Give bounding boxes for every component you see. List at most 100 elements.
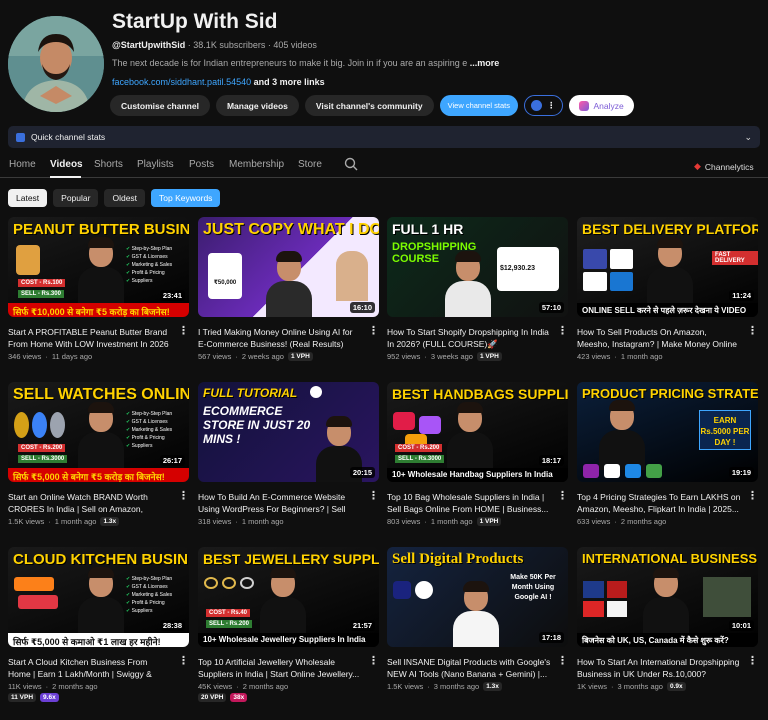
filter-top-keywords[interactable]: Top Keywords: [151, 189, 221, 207]
video-thumbnail[interactable]: SELL WATCHES ONLINE Step-by-Step PlanGST…: [8, 382, 189, 482]
separator-dot: ·: [614, 517, 617, 526]
channel-handle: @StartUpwithSid: [112, 40, 186, 50]
video-card[interactable]: Sell Digital Products Make 50K Per Month…: [387, 547, 568, 691]
separator-dot: ·: [611, 682, 614, 691]
video-title[interactable]: How To Build An E-Commerce Website Using…: [198, 491, 362, 515]
upload-age: 2 months ago: [52, 682, 98, 691]
video-card[interactable]: INTERNATIONAL BUSINESS बिजनेस को UK, US,…: [577, 547, 758, 691]
presenter-figure: [445, 251, 491, 317]
thumbnail-banner: 10+ Wholesale Handbag Suppliers In India: [387, 468, 568, 482]
video-meta: 1.5K views · 3 months ago 1.3x: [387, 682, 568, 691]
video-card[interactable]: SELL WATCHES ONLINE Step-by-Step PlanGST…: [8, 382, 189, 526]
presenter-figure: [453, 581, 499, 647]
more-vert-icon[interactable]: ⋮: [557, 326, 568, 337]
video-thumbnail[interactable]: BEST JEWELLERY SUPPLIERS COST - Rs.40 SE…: [198, 547, 379, 647]
tab-shorts[interactable]: Shorts: [94, 159, 123, 170]
separator-dot: ·: [427, 682, 430, 691]
chevron-down-icon[interactable]: ⌄: [744, 132, 752, 143]
video-card[interactable]: CLOUD KITCHEN BUSINESS Step-by-Step Plan…: [8, 547, 189, 702]
analyze-button[interactable]: Analyze: [568, 95, 634, 116]
video-card[interactable]: BEST DELIVERY PLATFORMS FAST DELIVERY ON…: [577, 217, 758, 361]
more-vert-icon[interactable]: ⋮: [178, 491, 189, 502]
video-thumbnail[interactable]: PEANUT BUTTER BUSINESS Step-by-Step Plan…: [8, 217, 189, 317]
marketplace-logos: [583, 464, 662, 478]
more-vert-icon[interactable]: ⋮: [557, 656, 568, 667]
extension-menu-button[interactable]: ⋮: [524, 95, 563, 116]
video-card[interactable]: BEST JEWELLERY SUPPLIERS COST - Rs.40 SE…: [198, 547, 379, 702]
video-title[interactable]: Sell INSANE Digital Products with Google…: [387, 656, 551, 680]
tab-membership[interactable]: Membership: [229, 159, 284, 170]
duration-badge: 17:18: [538, 632, 564, 643]
video-thumbnail[interactable]: FULL 1 HR DROPSHIPPING COURSE $12,930.23…: [387, 217, 568, 317]
more-vert-icon[interactable]: ⋮: [178, 656, 189, 667]
more-vert-icon[interactable]: ⋮: [747, 326, 758, 337]
video-card[interactable]: PEANUT BUTTER BUSINESS Step-by-Step Plan…: [8, 217, 189, 361]
video-thumbnail[interactable]: Sell Digital Products Make 50K Per Month…: [387, 547, 568, 647]
video-title[interactable]: I Tried Making Money Online Using AI for…: [198, 326, 362, 350]
jewellery-graphics: [204, 577, 254, 605]
video-thumbnail[interactable]: BEST DELIVERY PLATFORMS FAST DELIVERY ON…: [577, 217, 758, 317]
thumbnail-banner: बिजनेस को UK, US, Canada में कैसे शुरू क…: [577, 633, 758, 647]
video-card[interactable]: FULL 1 HR DROPSHIPPING COURSE $12,930.23…: [387, 217, 568, 361]
video-thumbnail[interactable]: BEST HANDBAGS SUPPLIERS COST - Rs.200 SE…: [387, 382, 568, 482]
tab-store[interactable]: Store: [298, 159, 322, 170]
video-title[interactable]: Start an Online Watch BRAND Worth CRORES…: [8, 491, 172, 515]
more-vert-icon[interactable]: ⋮: [557, 491, 568, 502]
presenter-figure: [447, 402, 493, 472]
video-thumbnail[interactable]: FULL TUTORIAL ECOMMERCE STORE IN JUST 20…: [198, 382, 379, 482]
tab-videos[interactable]: Videos: [50, 159, 83, 170]
presenter-figure: [647, 237, 693, 307]
more-vert-icon[interactable]: ⋮: [368, 326, 379, 337]
separator-dot: ·: [45, 352, 48, 361]
video-thumbnail[interactable]: PRODUCT PRICING STRATEGY EARN Rs.5000 PE…: [577, 382, 758, 482]
search-icon[interactable]: [344, 157, 358, 171]
thumbnail-title: BEST DELIVERY PLATFORMS: [582, 221, 758, 237]
more-link[interactable]: ...more: [470, 58, 500, 68]
upload-age: 3 weeks ago: [430, 352, 473, 361]
channel-avatar[interactable]: [8, 16, 104, 112]
channel-description[interactable]: The next decade is for Indian entreprene…: [112, 58, 499, 68]
more-vert-icon[interactable]: ⋮: [747, 656, 758, 667]
filter-latest[interactable]: Latest: [8, 189, 48, 207]
video-title[interactable]: How To Start An International Dropshippi…: [577, 656, 741, 680]
video-title[interactable]: Top 4 Pricing Strategies To Earn LAKHS o…: [577, 491, 741, 515]
video-card[interactable]: BEST HANDBAGS SUPPLIERS COST - Rs.200 SE…: [387, 382, 568, 526]
more-vert-icon[interactable]: ⋮: [368, 656, 379, 667]
video-thumbnail[interactable]: CLOUD KITCHEN BUSINESS Step-by-Step Plan…: [8, 547, 189, 647]
video-title[interactable]: Top 10 Bag Wholesale Suppliers in India …: [387, 491, 551, 515]
channel-header: StartUp With Sid @StartUpwithSid · 38.1K…: [0, 0, 768, 120]
manage-videos-button[interactable]: Manage videos: [215, 95, 299, 116]
video-card[interactable]: PRODUCT PRICING STRATEGY EARN Rs.5000 PE…: [577, 382, 758, 526]
filter-oldest[interactable]: Oldest: [104, 189, 146, 207]
tab-home[interactable]: Home: [9, 159, 36, 170]
separator-dot: ·: [424, 517, 427, 526]
facebook-link[interactable]: facebook.com/siddhant.patil.54540: [112, 77, 251, 87]
tab-playlists[interactable]: Playlists: [137, 159, 174, 170]
video-thumbnail[interactable]: INTERNATIONAL BUSINESS बिजनेस को UK, US,…: [577, 547, 758, 647]
video-title[interactable]: Start A Cloud Kitchen Business From Home…: [8, 656, 172, 680]
channelytics-logo-icon: ◆: [694, 161, 701, 171]
video-card[interactable]: JUST COPY WHAT I DO ! ₹50,000 16:10 I Tr…: [198, 217, 379, 361]
thumbnail-banner: सिर्फ ₹5,000 से बनेगा ₹5 करोड़ का बिजनेस…: [8, 468, 189, 482]
more-vert-icon[interactable]: ⋮: [178, 326, 189, 337]
more-links[interactable]: and 3 more links: [254, 77, 325, 87]
filter-popular[interactable]: Popular: [53, 189, 99, 207]
checklist: Step-by-Step PlanGST & LicensesMarketing…: [126, 410, 173, 450]
video-title[interactable]: Start A PROFITABLE Peanut Butter Brand F…: [8, 326, 172, 350]
video-card[interactable]: FULL TUTORIAL ECOMMERCE STORE IN JUST 20…: [198, 382, 379, 526]
video-title[interactable]: How To Sell Products On Amazon, Meesho, …: [577, 326, 741, 350]
badge-row: 11 VPH 9.6x: [8, 693, 189, 702]
more-vert-icon[interactable]: ⋮: [747, 491, 758, 502]
duration-badge: 28:38: [159, 620, 185, 631]
phone-graphic: ₹50,000: [208, 253, 242, 299]
customise-channel-button[interactable]: Customise channel: [110, 95, 210, 116]
channelytics-badge[interactable]: ◆ Channelytics: [694, 161, 754, 172]
quick-channel-stats-bar[interactable]: Quick channel stats ⌄: [8, 126, 760, 148]
visit-community-button[interactable]: Visit channel's community: [304, 95, 434, 116]
view-channel-stats-button[interactable]: View channel stats: [439, 95, 519, 116]
tab-posts[interactable]: Posts: [189, 159, 214, 170]
more-vert-icon[interactable]: ⋮: [368, 491, 379, 502]
video-thumbnail[interactable]: JUST COPY WHAT I DO ! ₹50,000 16:10: [198, 217, 379, 317]
video-title[interactable]: Top 10 Artificial Jewellery Wholesale Su…: [198, 656, 362, 680]
video-title[interactable]: How To Start Shopify Dropshipping In Ind…: [387, 326, 551, 350]
